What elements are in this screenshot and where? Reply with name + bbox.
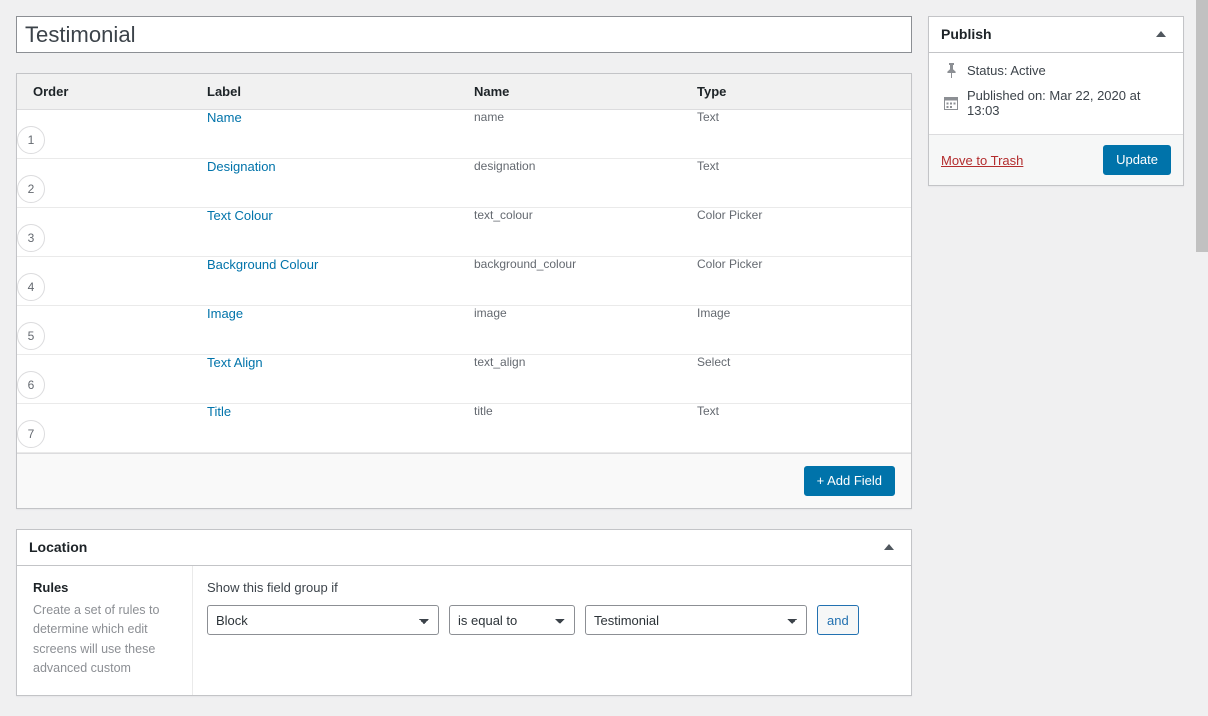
post-title-input[interactable] <box>16 16 912 53</box>
cell-type: Text <box>697 158 911 208</box>
field-order-handle[interactable]: 4 <box>17 273 45 301</box>
cell-type: Text <box>697 109 911 159</box>
field-order-handle[interactable]: 2 <box>17 175 45 203</box>
table-row[interactable]: 5 Image image Image <box>17 305 911 355</box>
chevron-up-icon[interactable] <box>879 538 899 558</box>
published-date-row: Published on: Mar 22, 2020 at 13:03 <box>941 88 1171 118</box>
column-header-type: Type <box>697 74 911 110</box>
calendar-icon <box>941 96 961 110</box>
column-header-label: Label <box>207 74 474 110</box>
cell-type: Color Picker <box>697 207 911 257</box>
pin-icon <box>941 63 961 78</box>
field-label-link[interactable]: Background Colour <box>207 257 318 272</box>
cell-name: name <box>474 109 697 159</box>
cell-label: Text Colour <box>207 207 474 257</box>
field-label-link[interactable]: Name <box>207 110 242 125</box>
cell-name: designation <box>474 158 697 208</box>
add-field-button[interactable]: + Add Field <box>803 466 895 496</box>
location-rule-row: Block is equal to Testimonial and <box>207 605 895 635</box>
publish-misc-actions: Status: Active Published on: Mar 22, 202… <box>929 53 1183 134</box>
location-title: Location <box>29 538 88 555</box>
location-rules-main: Show this field group if Block is equal … <box>193 566 911 695</box>
field-group-fields-box: Order Label Name Type 1 Name name Text 2 Desi… <box>16 73 912 509</box>
chevron-up-icon[interactable] <box>1151 25 1171 45</box>
publish-postbox: Publish Status: Active Published on: Mar… <box>928 16 1184 186</box>
main-column: Order Label Name Type 1NamenameText2Desi… <box>16 16 912 716</box>
field-order-handle[interactable]: 6 <box>17 371 45 399</box>
rule-value-select[interactable]: Testimonial <box>585 605 807 635</box>
cell-name: text_colour <box>474 207 697 257</box>
field-order-handle[interactable]: 3 <box>17 224 45 252</box>
fields-table: Order Label Name Type 1 Name name Text 2 Desi… <box>17 74 911 453</box>
cell-order: 4 <box>17 256 207 306</box>
column-header-name: Name <box>474 74 697 110</box>
cell-label: Title <box>207 403 474 453</box>
cell-order: 1 <box>17 109 207 159</box>
table-row[interactable]: 1 Name name Text <box>17 109 911 159</box>
cell-type: Image <box>697 305 911 355</box>
cell-order: 2 <box>17 158 207 208</box>
cell-type: Select <box>697 354 911 404</box>
rule-operator-select[interactable]: is equal to <box>449 605 575 635</box>
field-order-handle[interactable]: 5 <box>17 322 45 350</box>
update-button[interactable]: Update <box>1103 145 1171 175</box>
table-row[interactable]: 6 Text Align text_align Select <box>17 354 911 404</box>
cell-name: image <box>474 305 697 355</box>
table-row[interactable]: 2 Designation designation Text <box>17 158 911 208</box>
title-field-wrapper <box>16 16 912 53</box>
field-label-link[interactable]: Text Colour <box>207 208 273 223</box>
cell-label: Text Align <box>207 354 474 404</box>
field-label-link[interactable]: Designation <box>207 159 276 174</box>
published-date-text: Published on: Mar 22, 2020 at 13:03 <box>967 88 1141 118</box>
cell-order: 7 <box>17 403 207 453</box>
cell-name: text_align <box>474 354 697 404</box>
cell-order: 6 <box>17 354 207 404</box>
cell-order: 5 <box>17 305 207 355</box>
fields-table-body: 1 Name name Text 2 Designation designation Text… <box>17 109 911 453</box>
status-text: Status: Active <box>967 63 1046 78</box>
location-rules-sidebar: Rules Create a set of rules to determine… <box>17 566 193 695</box>
cell-order: 3 <box>17 207 207 257</box>
add-and-rule-button[interactable]: and <box>817 605 859 635</box>
page-scrollbar-thumb[interactable] <box>1196 0 1208 252</box>
cell-label: Background Colour <box>207 256 474 306</box>
publish-postbox-header[interactable]: Publish <box>929 17 1183 53</box>
rule-param-select[interactable]: Block <box>207 605 439 635</box>
location-body: Rules Create a set of rules to determine… <box>17 566 911 695</box>
publish-actions: Move to Trash Update <box>929 134 1183 185</box>
admin-page-wrapper: Order Label Name Type 1NamenameText2Desi… <box>0 0 1196 696</box>
table-row[interactable]: 4 Background Colour background_colour Color… <box>17 256 911 306</box>
field-label-link[interactable]: Title <box>207 404 231 419</box>
field-label-link[interactable]: Image <box>207 306 243 321</box>
cell-label: Designation <box>207 158 474 208</box>
cell-type: Text <box>697 403 911 453</box>
cell-name: title <box>474 403 697 453</box>
rules-description: Create a set of rules to determine which… <box>33 603 160 676</box>
table-row[interactable]: 7 Title title Text <box>17 403 911 453</box>
publish-title: Publish <box>941 25 992 42</box>
field-order-handle[interactable]: 1 <box>17 126 45 154</box>
move-to-trash-link[interactable]: Move to Trash <box>941 153 1023 168</box>
side-column: Publish Status: Active Published on: Mar… <box>928 16 1184 206</box>
location-postbox: Location Rules Create a set of rules to … <box>16 529 912 696</box>
field-order-handle[interactable]: 7 <box>17 420 45 448</box>
cell-name: background_colour <box>474 256 697 306</box>
fields-table-head: Order Label Name Type <box>17 74 911 110</box>
rules-legend: Show this field group if <box>207 580 338 595</box>
field-label-link[interactable]: Text Align <box>207 355 263 370</box>
column-header-order: Order <box>17 74 207 110</box>
cell-type: Color Picker <box>697 256 911 306</box>
location-postbox-header[interactable]: Location <box>17 530 911 566</box>
fields-table-footer: + Add Field <box>17 453 911 508</box>
cell-label: Name <box>207 109 474 159</box>
cell-label: Image <box>207 305 474 355</box>
status-row: Status: Active <box>941 63 1171 78</box>
fields-table-header-row: Order Label Name Type <box>17 74 911 110</box>
page-scrollbar-track[interactable] <box>1196 0 1208 623</box>
table-row[interactable]: 3 Text Colour text_colour Color Picker <box>17 207 911 257</box>
rules-heading: Rules <box>33 580 69 595</box>
